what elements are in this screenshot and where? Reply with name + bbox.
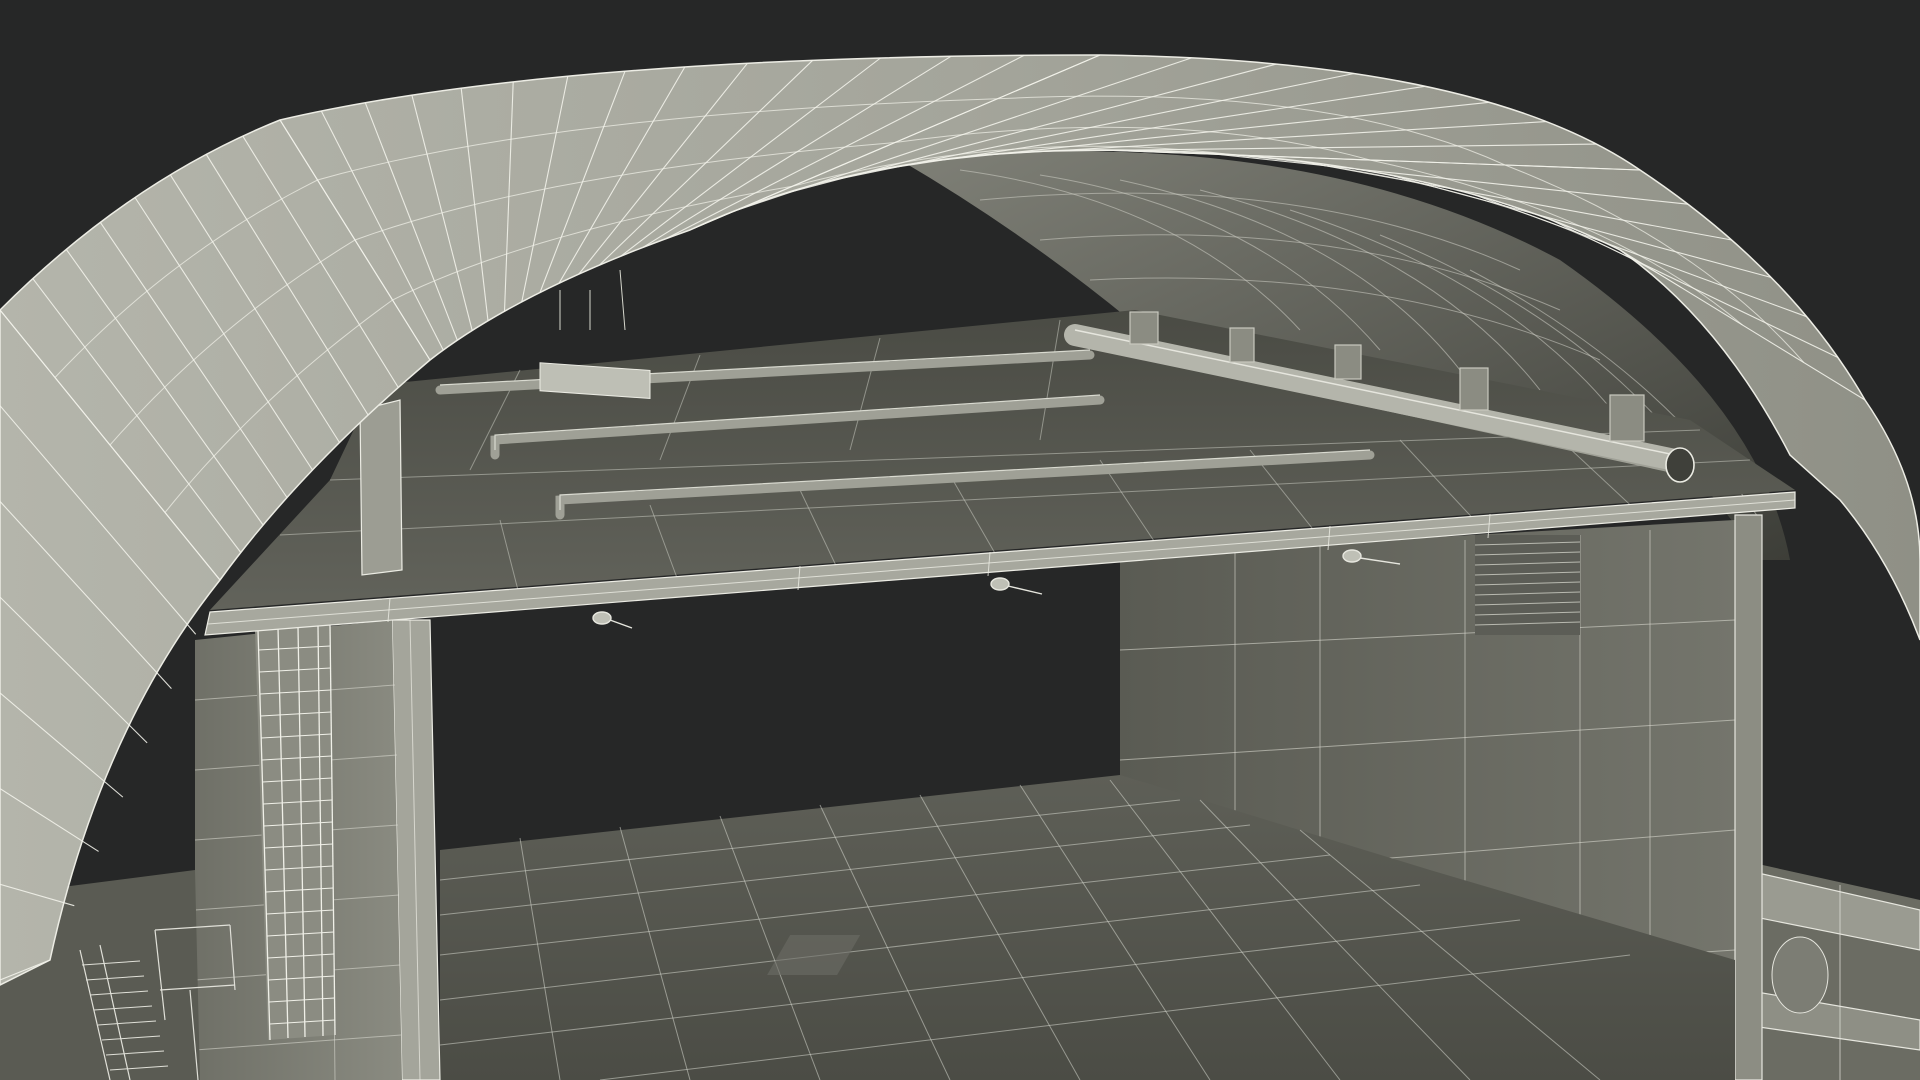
- right-lower-structure: [1740, 860, 1920, 1080]
- upper-left-column: [359, 399, 403, 576]
- wireframe-scene: [0, 54, 1920, 1080]
- hanging-pipe-bundle: [539, 269, 651, 399]
- render-viewport: [0, 0, 1920, 1080]
- ladder-cage: [255, 624, 336, 1041]
- vent-grille-icon: [1474, 535, 1581, 635]
